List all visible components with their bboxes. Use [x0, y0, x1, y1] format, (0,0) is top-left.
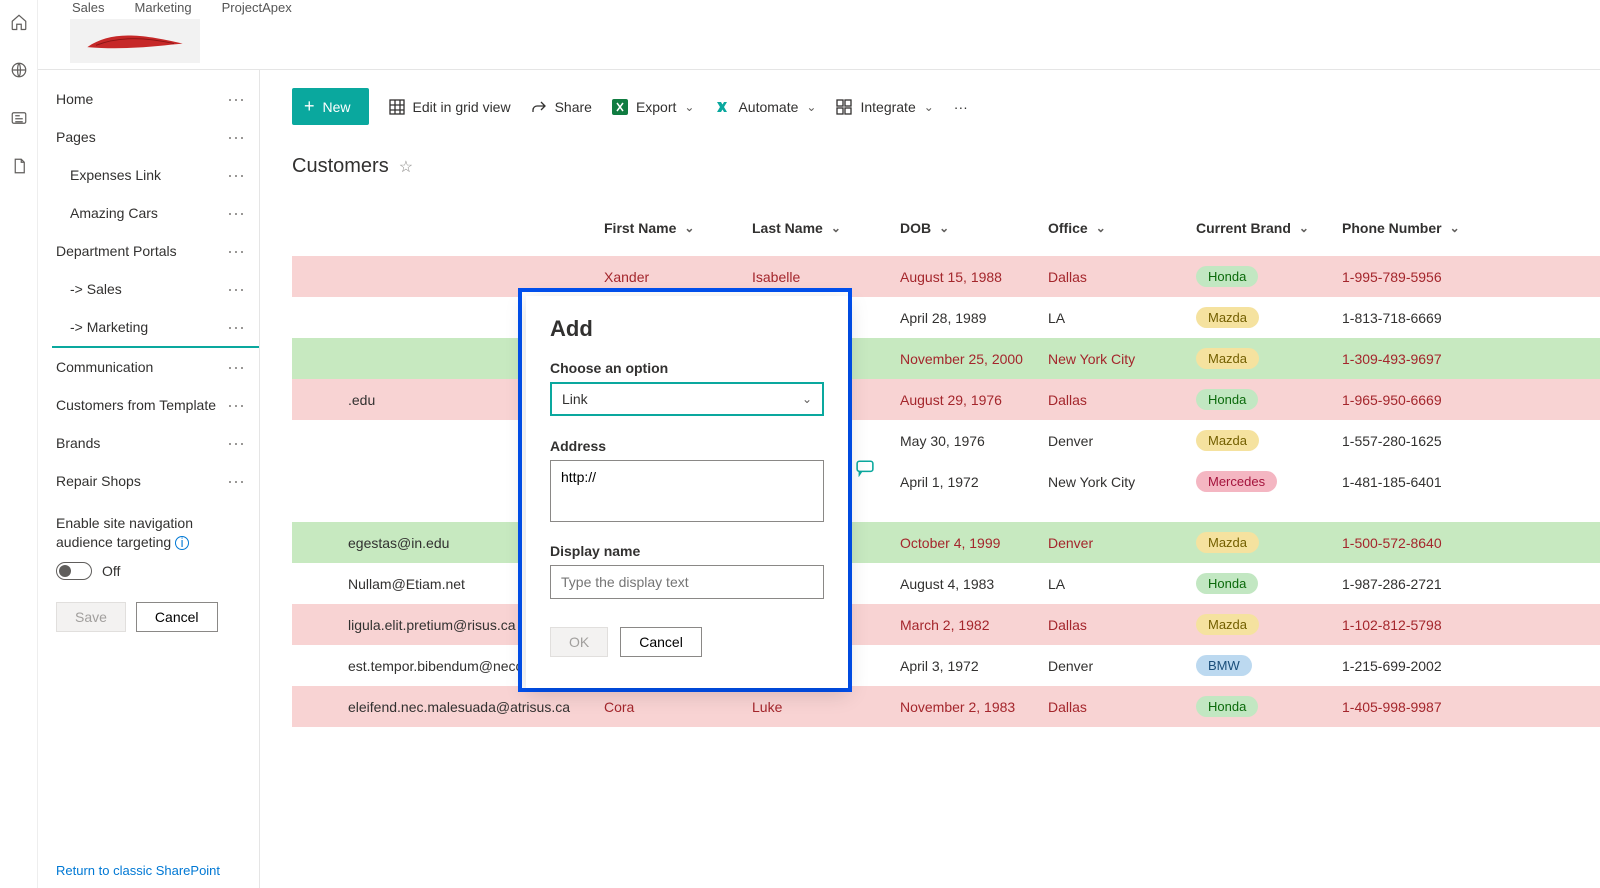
table-row[interactable]: .eduPriceSmithAugust 29, 1976DallasHonda… [292, 379, 1600, 420]
home-icon[interactable] [9, 12, 29, 32]
nav-item-menu[interactable]: ··· [227, 318, 251, 336]
table-row[interactable]: egestas@in.eduLinusNelleOctober 4, 1999D… [292, 522, 1600, 563]
nav-item-menu[interactable]: ··· [227, 396, 251, 414]
share-icon [531, 99, 547, 115]
table-header: First Name⌄ Last Name⌄ DOB⌄ Office⌄ Curr… [292, 200, 1600, 256]
favorite-icon[interactable]: ☆ [399, 157, 413, 177]
audience-toggle[interactable] [56, 562, 92, 580]
table-row[interactable]: eleifend.nec.malesuada@atrisus.caCoraLuk… [292, 686, 1600, 727]
edit-nav-sidebar: Home···Pages···Expenses Link···Amazing C… [38, 70, 260, 888]
audience-targeting-label: Enable site navigation audience targetin… [56, 515, 193, 550]
dialog-title: Add [550, 316, 824, 342]
site-tabs: Sales Marketing ProjectApex [38, 0, 1600, 15]
display-name-label: Display name [550, 543, 824, 559]
address-input[interactable] [550, 460, 824, 522]
ok-button: OK [550, 627, 608, 657]
col-office[interactable]: Office⌄ [1036, 210, 1184, 246]
nav-item[interactable]: -> Sales··· [38, 270, 259, 308]
nav-item[interactable]: Department Portals··· [38, 232, 259, 270]
tab-projectapex[interactable]: ProjectApex [222, 0, 292, 15]
share-button[interactable]: Share [531, 99, 592, 115]
cancel-button[interactable]: Cancel [136, 602, 218, 632]
grid-icon [389, 99, 405, 115]
nav-item-menu[interactable]: ··· [227, 358, 251, 376]
integrate-icon [836, 99, 852, 115]
address-label: Address [550, 438, 824, 454]
flow-icon [714, 99, 730, 115]
nav-item[interactable]: Amazing Cars··· [38, 194, 259, 232]
table-row[interactable]: Nullam@Etiam.netChandaGiacomoAugust 4, 1… [292, 563, 1600, 604]
col-phone-number[interactable]: Phone Number⌄ [1330, 210, 1490, 246]
table-row[interactable]: JenniferSmithMay 30, 1976DenverMazda1-55… [292, 420, 1600, 461]
save-button: Save [56, 602, 126, 632]
excel-icon [612, 99, 628, 115]
table-row[interactable]: CoraSmithNovember 25, 2000New York CityM… [292, 338, 1600, 379]
return-classic-link[interactable]: Return to classic SharePoint [38, 853, 259, 888]
col-current-brand[interactable]: Current Brand⌄ [1184, 210, 1330, 246]
insert-indicator: +👆 [52, 346, 259, 348]
nav-item-menu[interactable]: ··· [227, 434, 251, 452]
table-row[interactable]: est.tempor.bibendum@neccursusa.comPaloma… [292, 645, 1600, 686]
app-rail [0, 0, 38, 888]
nav-item[interactable]: Home··· [38, 80, 259, 118]
col-dob[interactable]: DOB⌄ [888, 210, 1036, 246]
list-workspace: +New Edit in grid view Share Export⌄ Aut… [260, 70, 1600, 888]
nav-item-menu[interactable]: ··· [227, 242, 251, 260]
nav-item[interactable]: Repair Shops··· [38, 462, 259, 500]
nav-item[interactable]: Communication··· [38, 348, 259, 386]
option-label: Choose an option [550, 360, 824, 376]
list-title: Customers☆ [260, 143, 1600, 182]
display-name-input[interactable] [550, 565, 824, 599]
toggle-state-label: Off [102, 563, 120, 579]
table-row[interactable]: ligula.elit.pretium@risus.caHectorCailin… [292, 604, 1600, 645]
nav-item-menu[interactable]: ··· [227, 128, 251, 146]
file-icon[interactable] [9, 156, 29, 176]
news-icon[interactable] [9, 108, 29, 128]
col-first-name[interactable]: First Name⌄ [592, 210, 740, 246]
nav-item[interactable]: Pages··· [38, 118, 259, 156]
nav-item-menu[interactable]: ··· [227, 472, 251, 490]
export-button[interactable]: Export⌄ [612, 99, 695, 115]
add-link-dialog: Add Choose an option Link ⌄ Address Disp… [518, 288, 852, 692]
nav-item[interactable]: Expenses Link··· [38, 156, 259, 194]
tab-marketing[interactable]: Marketing [135, 0, 192, 15]
site-logo[interactable] [70, 19, 200, 63]
nav-item-menu[interactable]: ··· [227, 204, 251, 222]
nav-item-menu[interactable]: ··· [227, 90, 251, 108]
table-row[interactable] [292, 502, 1600, 522]
table-row[interactable]: JasonZeleniaApril 1, 1972New York CityMe… [292, 461, 1600, 502]
nav-item-menu[interactable]: ··· [227, 166, 251, 184]
nav-item-menu[interactable]: ··· [227, 280, 251, 298]
nav-item[interactable]: -> Marketing··· [38, 308, 259, 346]
nav-item[interactable]: Brands··· [38, 424, 259, 462]
table-row[interactable]: XanderIsabelleAugust 15, 1988DallasHonda… [292, 256, 1600, 297]
tab-sales[interactable]: Sales [72, 0, 105, 15]
automate-button[interactable]: Automate⌄ [714, 99, 816, 115]
table-row[interactable]: WilliamSmithApril 28, 1989LAMazda1-813-7… [292, 297, 1600, 338]
command-bar: +New Edit in grid view Share Export⌄ Aut… [260, 70, 1600, 143]
more-button[interactable]: ··· [954, 99, 968, 115]
nav-item[interactable]: Customers from Template··· [38, 386, 259, 424]
col-last-name[interactable]: Last Name⌄ [740, 210, 888, 246]
dialog-cancel-button[interactable]: Cancel [620, 627, 702, 657]
edit-grid-button[interactable]: Edit in grid view [389, 99, 511, 115]
chevron-down-icon: ⌄ [802, 392, 812, 406]
new-button[interactable]: +New [292, 88, 369, 125]
comment-icon[interactable] [856, 459, 874, 477]
info-icon[interactable]: i [175, 536, 189, 550]
globe-icon[interactable] [9, 60, 29, 80]
option-dropdown[interactable]: Link ⌄ [550, 382, 824, 416]
integrate-button[interactable]: Integrate⌄ [836, 99, 933, 115]
